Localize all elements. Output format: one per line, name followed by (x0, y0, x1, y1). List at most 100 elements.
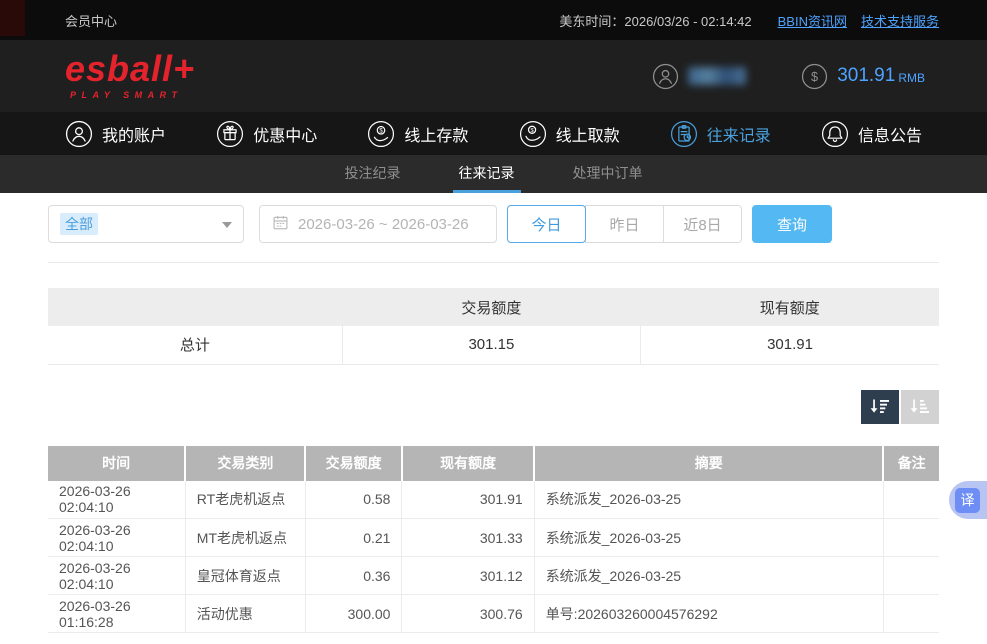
summary-col-balance: 现有额度 (641, 288, 939, 326)
sort-ascending-button[interactable] (901, 390, 939, 424)
col-summary: 摘要 (534, 446, 883, 481)
translate-icon: 译 (955, 488, 980, 513)
nav-label: 线上存款 (404, 122, 468, 146)
nav-label: 往来记录 (707, 122, 771, 146)
cell-balance: 301.33 (402, 519, 534, 557)
table-row: 2026-03-26 02:04:10 皇冠体育返点 0.36 301.12 系… (48, 557, 939, 595)
table-row: 2026-03-26 01:16:28 活动优惠 300.00 300.76 单… (48, 595, 939, 633)
nav-promotions[interactable]: 优惠中心 (216, 120, 317, 148)
username-blurred (688, 67, 746, 85)
nav-deposit[interactable]: $ 线上存款 (367, 120, 468, 148)
today-button[interactable]: 今日 (507, 205, 586, 243)
summary-total-row: 总计 301.15 301.91 (48, 326, 939, 364)
corner-marker (0, 0, 25, 36)
cell-balance: 301.91 (402, 481, 534, 519)
col-remarks: 备注 (883, 446, 939, 481)
cell-type: 活动优惠 (185, 595, 305, 633)
calendar-icon (272, 214, 289, 235)
nav-announcements[interactable]: 信息公告 (821, 120, 922, 148)
cell-type: RT老虎机返点 (185, 481, 305, 519)
nav-label: 我的账户 (102, 122, 166, 146)
nav-withdraw[interactable]: $ 线上取款 (519, 120, 620, 148)
logo-text: esball+ (65, 52, 195, 86)
tab-processing-orders[interactable]: 处理中订单 (567, 155, 649, 193)
nav-transaction-records[interactable]: 往来记录 (670, 120, 771, 148)
query-button[interactable]: 查询 (752, 205, 832, 243)
sort-controls (48, 390, 939, 424)
bbin-news-link[interactable]: BBIN资讯网 (778, 11, 847, 30)
records-table: 时间 交易类别 交易额度 现有额度 摘要 备注 2026-03-26 02:04… (48, 446, 939, 634)
user-area: $ 301.91 RMB (652, 63, 925, 90)
col-type: 交易类别 (185, 446, 305, 481)
table-row: 2026-03-26 02:04:10 MT老虎机返点 0.21 301.33 … (48, 519, 939, 557)
sort-descending-icon (869, 397, 891, 416)
balance-currency: RMB (898, 67, 925, 85)
filter-row: 全部 2026-03-26 ~ 2026-03-26 今日 昨日 近8日 查询 (48, 205, 939, 243)
tab-transaction-records[interactable]: 往来记录 (453, 155, 521, 193)
header: esball+ PLAY SMART $ 301.91 RMB (0, 40, 987, 112)
topbar: 会员中心 美东时间：2026/03/26 - 02:14:42 BBIN资讯网 … (0, 0, 987, 40)
records-header-row: 时间 交易类别 交易额度 现有额度 摘要 备注 (48, 446, 939, 481)
cell-remarks (883, 595, 939, 633)
content: 全部 2026-03-26 ~ 2026-03-26 今日 昨日 近8日 查询 (0, 205, 987, 633)
cell-remarks (883, 481, 939, 519)
date-range-picker[interactable]: 2026-03-26 ~ 2026-03-26 (259, 205, 497, 243)
translate-fab[interactable]: 译 (949, 481, 987, 519)
col-amount: 交易额度 (305, 446, 402, 481)
summary-col-blank (48, 288, 342, 326)
cell-amount: 300.00 (305, 595, 402, 633)
col-balance: 现有额度 (402, 446, 534, 481)
summary-total-transaction: 301.15 (342, 326, 640, 364)
records-icon (670, 120, 698, 148)
cell-summary: 单号:202603260004576292 (534, 595, 883, 633)
cell-summary: 系统派发_2026-03-25 (534, 481, 883, 519)
cell-type: 皇冠体育返点 (185, 557, 305, 595)
summary-header-row: 交易额度 现有额度 (48, 288, 939, 326)
gift-icon (216, 120, 244, 148)
date-range-value: 2026-03-26 ~ 2026-03-26 (298, 216, 469, 233)
main-navigation: 我的账户 优惠中心 $ (0, 112, 987, 155)
chevron-down-icon (222, 222, 232, 233)
cell-summary: 系统派发_2026-03-25 (534, 519, 883, 557)
logo-slogan: PLAY SMART (70, 90, 195, 100)
cell-type: MT老虎机返点 (185, 519, 305, 557)
svg-text:$: $ (811, 70, 818, 84)
type-select[interactable]: 全部 (48, 205, 244, 243)
balance-amount: 301.91 (837, 65, 895, 87)
tab-betting-records[interactable]: 投注纪录 (339, 155, 407, 193)
cell-amount: 0.58 (305, 481, 402, 519)
esball-logo[interactable]: esball+ PLAY SMART (65, 52, 195, 99)
divider (48, 262, 939, 263)
summary-table: 交易额度 现有额度 总计 301.15 301.91 (48, 288, 939, 365)
type-select-value: 全部 (60, 213, 98, 235)
eastern-time-label: 美东时间：2026/03/26 - 02:14:42 (559, 11, 751, 30)
cell-time: 2026-03-26 01:16:28 (48, 595, 185, 633)
deposit-icon: $ (367, 120, 395, 148)
cell-summary: 系统派发_2026-03-25 (534, 557, 883, 595)
user-icon (65, 120, 93, 148)
user-avatar-icon (652, 63, 679, 90)
sort-ascending-icon (909, 397, 931, 416)
yesterday-button[interactable]: 昨日 (585, 205, 664, 243)
col-time: 时间 (48, 446, 185, 481)
nav-my-account[interactable]: 我的账户 (65, 120, 166, 148)
cell-amount: 0.36 (305, 557, 402, 595)
member-center-page: 会员中心 美东时间：2026/03/26 - 02:14:42 BBIN资讯网 … (0, 0, 987, 644)
bell-icon (821, 120, 849, 148)
nav-label: 优惠中心 (253, 122, 317, 146)
member-center-label: 会员中心 (65, 11, 117, 30)
summary-total-balance: 301.91 (641, 326, 939, 364)
cell-balance: 301.12 (402, 557, 534, 595)
nav-label: 线上取款 (556, 122, 620, 146)
cell-time: 2026-03-26 02:04:10 (48, 481, 185, 519)
tech-support-link[interactable]: 技术支持服务 (861, 11, 939, 30)
cell-balance: 300.76 (402, 595, 534, 633)
withdraw-icon: $ (519, 120, 547, 148)
last-8-days-button[interactable]: 近8日 (663, 205, 742, 243)
summary-col-transaction: 交易额度 (342, 288, 640, 326)
quick-date-buttons: 今日 昨日 近8日 (507, 205, 742, 243)
sort-descending-button[interactable] (861, 390, 899, 424)
cell-remarks (883, 557, 939, 595)
cell-time: 2026-03-26 02:04:10 (48, 557, 185, 595)
summary-total-label: 总计 (48, 326, 342, 364)
